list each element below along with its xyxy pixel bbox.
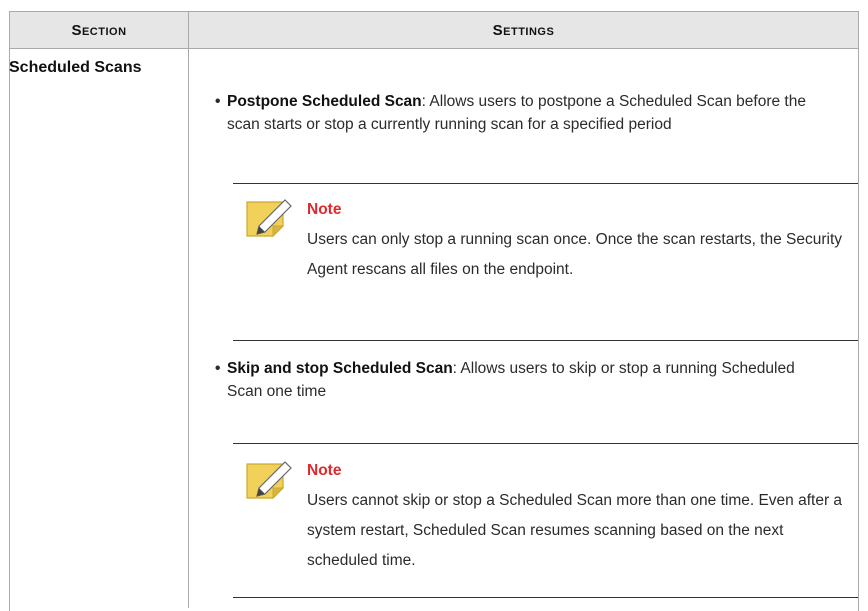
- bullet-dot: •: [215, 93, 221, 110]
- header-settings: Settings: [492, 22, 555, 39]
- note-pencil-icon: [246, 199, 292, 238]
- setting-name: Postpone Scheduled Scan: [227, 93, 422, 110]
- note-body: Users cannot skip or stop a Scheduled Sc…: [307, 492, 843, 569]
- setting-item-postpone: • Postpone Scheduled Scan: Allows users …: [215, 90, 825, 136]
- note-bottom-rule: [233, 340, 858, 341]
- note-body: Users can only stop a running scan once.…: [307, 231, 843, 278]
- row-section-name: Scheduled Scans: [9, 59, 142, 76]
- note-bottom-rule: [233, 597, 858, 598]
- header-section: Section: [71, 22, 127, 39]
- setting-item-skip-stop: • Skip and stop Scheduled Scan: Allows u…: [215, 357, 825, 403]
- note-top-rule: [233, 183, 858, 184]
- note-title: Note: [307, 201, 342, 218]
- table-header: Section Settings: [10, 12, 858, 49]
- note-top-rule: [233, 443, 858, 444]
- column-divider: [188, 12, 189, 608]
- note-pencil-icon: [246, 461, 292, 500]
- bullet-dot: •: [215, 360, 221, 377]
- note-title: Note: [307, 462, 342, 479]
- setting-name: Skip and stop Scheduled Scan: [227, 360, 453, 377]
